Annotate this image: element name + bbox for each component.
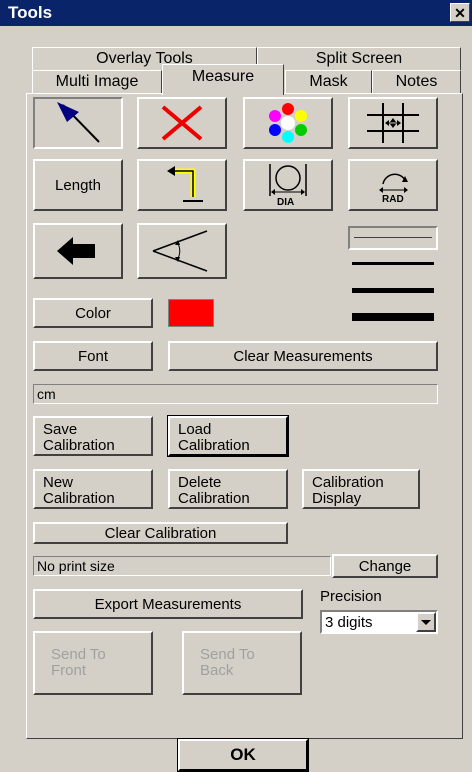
arrow-pointer-icon [57, 102, 100, 143]
chevron-down-icon [421, 620, 431, 625]
ok-button[interactable]: OK [177, 738, 309, 772]
crosshair-grid-tool[interactable] [348, 97, 438, 149]
color-swatch[interactable] [168, 299, 214, 327]
radius-icon: RAD [379, 173, 408, 205]
thin-line [354, 237, 432, 238]
send-to-back-button[interactable]: Send To Back [182, 631, 302, 695]
corner-arrow-icon [167, 166, 203, 202]
tab-mask[interactable]: Mask [285, 70, 372, 94]
line-width-medium-option[interactable] [352, 262, 434, 265]
dia-label: DIA [277, 197, 294, 208]
tab-measure[interactable]: Measure [162, 64, 284, 95]
length-tool[interactable]: Length [33, 159, 123, 211]
radius-tool[interactable]: RAD [348, 159, 438, 211]
clear-measurements-button[interactable]: Clear Measurements [168, 341, 438, 371]
dropdown-arrow-button[interactable] [416, 612, 436, 632]
unit-field[interactable]: cm [33, 384, 438, 404]
color-palette-tool[interactable] [243, 97, 333, 149]
line-width-thick-option[interactable] [352, 288, 434, 293]
print-size-field: No print size [33, 556, 331, 576]
angle-icon [152, 230, 208, 272]
line-width-thin-option[interactable] [348, 226, 438, 250]
font-button[interactable]: Font [33, 341, 153, 371]
precision-label: Precision [320, 588, 382, 605]
rad-label: RAD [382, 194, 404, 205]
title-bar: Tools ✕ [0, 0, 472, 26]
new-calibration-button[interactable]: New Calibration [33, 469, 153, 509]
calibration-display-button[interactable]: Calibration Display [302, 469, 420, 509]
save-calibration-button[interactable]: Save Calibration [33, 416, 153, 456]
red-x-icon [161, 105, 203, 141]
black-arrow-icon [57, 237, 95, 265]
line-width-thickest-option[interactable] [352, 313, 434, 321]
window-title: Tools [8, 3, 53, 22]
diameter-icon: DIA [269, 164, 307, 208]
angle-tool[interactable] [137, 223, 227, 279]
delete-measurement-tool[interactable] [137, 97, 227, 149]
tab-notes[interactable]: Notes [372, 70, 461, 94]
grid-crosshair-icon [367, 103, 419, 143]
color-button[interactable]: Color [33, 298, 153, 328]
diameter-tool[interactable]: DIA [243, 159, 333, 211]
tab-multi-image[interactable]: Multi Image [32, 70, 162, 94]
tab-split-screen[interactable]: Split Screen [257, 47, 461, 71]
delete-calibration-button[interactable]: Delete Calibration [168, 469, 288, 509]
arrow-annotation-tool[interactable] [33, 223, 123, 279]
change-button[interactable]: Change [332, 554, 438, 578]
precision-select[interactable]: 3 digits [320, 610, 438, 634]
close-button[interactable]: ✕ [450, 3, 470, 22]
angle-line-tool[interactable] [137, 159, 227, 211]
send-to-front-button[interactable]: Send To Front [33, 631, 153, 695]
select-arrow-tool[interactable] [33, 97, 123, 149]
load-calibration-button[interactable]: Load Calibration [167, 415, 289, 457]
export-measurements-button[interactable]: Export Measurements [33, 589, 303, 619]
clear-calibration-button[interactable]: Clear Calibration [33, 522, 288, 544]
color-dots-icon [269, 103, 307, 143]
